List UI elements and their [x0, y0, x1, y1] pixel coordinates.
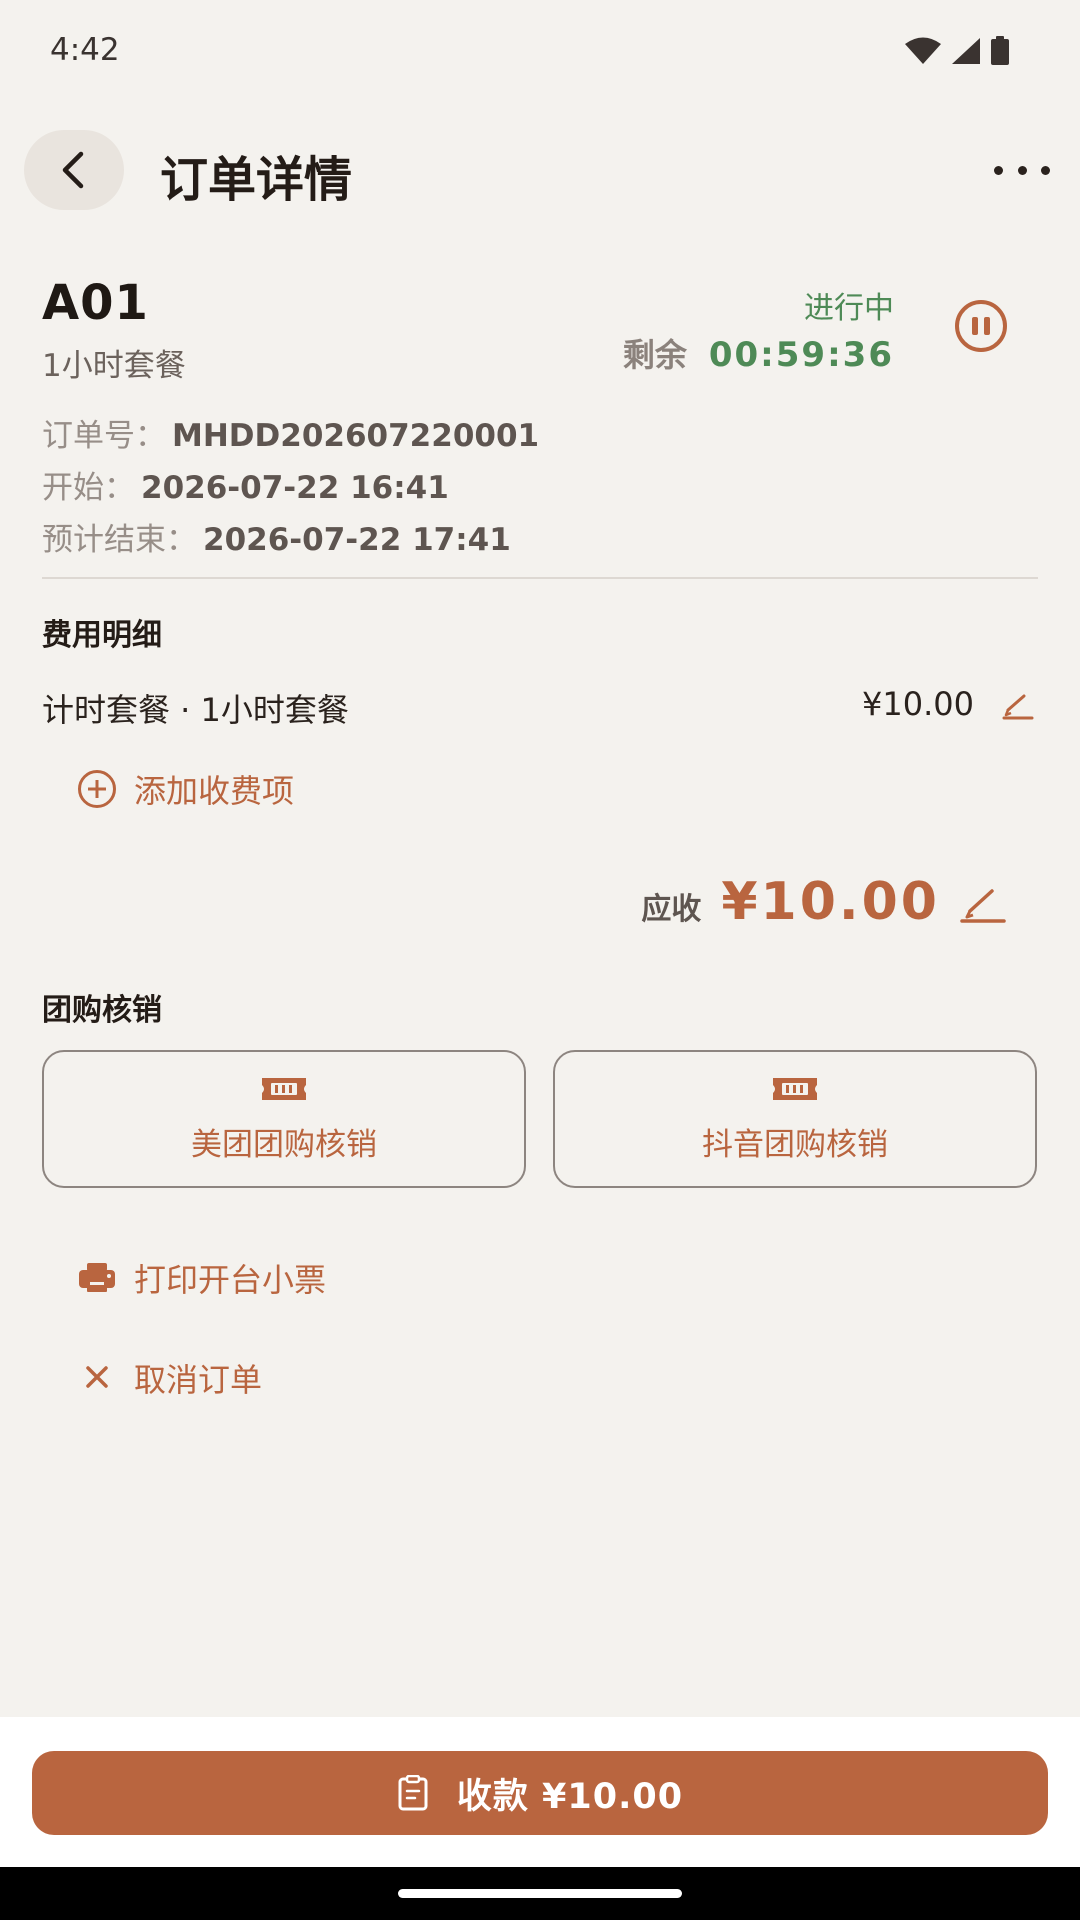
home-indicator[interactable]: [398, 1889, 682, 1898]
start-time-row: 开始： 2026-07-22 16:41: [42, 462, 449, 507]
more-dot-icon: [994, 165, 1003, 175]
start-time: 2026-07-22 16:41: [141, 470, 449, 506]
remaining-time-row: 剩余 00:59:36: [623, 330, 894, 376]
ticket-icon: [262, 1077, 306, 1100]
add-fee-button[interactable]: 添加收费项: [78, 766, 294, 812]
douyin-verify-button[interactable]: 抖音团购核销: [553, 1050, 1037, 1188]
more-dot-icon: [1017, 165, 1027, 175]
more-dot-icon: [1041, 165, 1050, 175]
fee-item-amount: ¥10.00: [862, 685, 974, 723]
back-arrow-icon: [62, 151, 84, 189]
start-time-label: 开始：: [42, 470, 135, 506]
collect-payment-button[interactable]: 收款 ¥10.00: [32, 1751, 1048, 1835]
add-fee-label: 添加收费项: [134, 772, 295, 810]
package-name: 1小时套餐: [42, 348, 186, 384]
group-buy-section-title: 团购核销: [42, 993, 162, 1028]
print-ticket-button[interactable]: 打印开台小票: [78, 1255, 326, 1301]
more-options-button[interactable]: [994, 150, 1050, 190]
table-code: A01: [42, 275, 149, 331]
end-time-label: 预计结束：: [42, 522, 197, 558]
ticket-icon: [773, 1077, 817, 1100]
edit-amount-icon[interactable]: [958, 885, 1008, 925]
pause-button[interactable]: [955, 300, 1007, 352]
meituan-verify-button[interactable]: 美团团购核销: [42, 1050, 526, 1188]
order-number-row: 订单号： MHDD202607220001: [42, 410, 539, 455]
remaining-time: 00:59:36: [708, 335, 894, 375]
douyin-verify-label: 抖音团购核销: [702, 1126, 888, 1163]
battery-icon: [991, 36, 1009, 65]
order-status: 进行中: [804, 291, 894, 326]
page-title: 订单详情: [160, 152, 353, 208]
amount-due-label: 应收: [641, 892, 702, 927]
clipboard-icon: [398, 1775, 428, 1811]
status-icons: [904, 36, 1010, 66]
amount-due: ¥10.00: [721, 872, 940, 932]
divider: [42, 577, 1038, 579]
collect-payment-label: 收款 ¥10.00: [456, 1776, 684, 1817]
signal-icon: [952, 38, 980, 64]
amount-due-row: 应收 ¥10.00: [641, 872, 940, 932]
print-ticket-label: 打印开台小票: [134, 1261, 327, 1299]
end-time-row: 预计结束： 2026-07-22 17:41: [42, 514, 511, 559]
edit-fee-icon[interactable]: [1000, 688, 1036, 724]
pause-icon: [972, 317, 978, 335]
close-icon: [86, 1366, 108, 1388]
cancel-order-button[interactable]: 取消订单: [78, 1355, 262, 1401]
wifi-icon: [905, 37, 941, 64]
meituan-verify-label: 美团团购核销: [191, 1126, 377, 1163]
order-number: MHDD202607220001: [172, 418, 540, 454]
add-circle-icon: [78, 770, 116, 808]
order-number-label: 订单号：: [42, 418, 166, 454]
fee-item-name: 计时套餐 · 1小时套餐: [42, 691, 349, 729]
remaining-label: 剩余: [622, 336, 687, 374]
fee-section-title: 费用明细: [42, 618, 162, 653]
cancel-order-label: 取消订单: [134, 1361, 263, 1399]
printer-icon: [79, 1263, 115, 1292]
end-time: 2026-07-22 17:41: [203, 522, 511, 558]
back-button[interactable]: [24, 130, 124, 210]
status-time: 4:42: [50, 32, 120, 68]
